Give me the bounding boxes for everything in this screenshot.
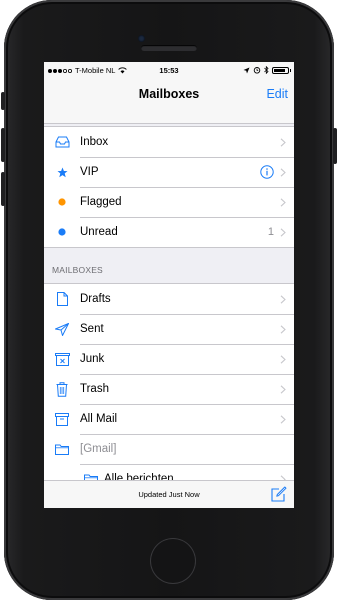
mailbox-row-all-mail[interactable]: All Mail: [44, 404, 294, 434]
mailbox-row-trash[interactable]: Trash: [44, 374, 294, 404]
mailboxes-group: Drafts Sent Junk Trash All Mail [Gmail] …: [44, 283, 294, 494]
chevron-right-icon: [280, 167, 286, 177]
mailbox-label: [Gmail]: [80, 443, 117, 455]
front-camera: [138, 35, 145, 42]
mailbox-label: Flagged: [80, 196, 122, 208]
edit-button[interactable]: Edit: [266, 87, 288, 101]
chevron-right-icon: [280, 324, 286, 334]
alarm-icon: [253, 67, 261, 74]
bluetooth-icon: [264, 66, 269, 74]
battery-icon: [272, 66, 291, 74]
mailbox-row-unread[interactable]: Unread 1: [44, 217, 294, 247]
compose-icon[interactable]: [271, 486, 287, 502]
screen: T-Mobile NL 15:53 Mailboxes Edit Inbox V…: [44, 62, 294, 508]
navigation-bar: Mailboxes Edit: [44, 80, 294, 124]
junk-tray-icon: [54, 352, 70, 366]
archive-box-icon: [55, 412, 69, 426]
mailbox-label: All Mail: [80, 413, 118, 425]
mailbox-row-drafts[interactable]: Drafts: [44, 284, 294, 314]
status-bar: T-Mobile NL 15:53: [44, 62, 294, 80]
mailbox-label: Inbox: [80, 136, 109, 148]
earpiece-speaker: [141, 45, 197, 51]
chevron-right-icon: [280, 354, 286, 364]
mailbox-row-flagged[interactable]: Flagged: [44, 187, 294, 217]
mailbox-row-vip[interactable]: VIP: [44, 157, 294, 187]
star-icon: [57, 167, 67, 177]
folder-icon: [55, 444, 69, 455]
blue-dot-icon: [58, 228, 66, 236]
mailbox-row-inbox[interactable]: Inbox: [44, 127, 294, 157]
mailbox-label: Unread: [80, 226, 118, 238]
chevron-right-icon: [280, 294, 286, 304]
paper-plane-icon: [55, 322, 69, 336]
mailbox-label: Drafts: [80, 293, 111, 305]
mailbox-label: Trash: [80, 383, 109, 395]
mailbox-row-gmail[interactable]: [Gmail]: [44, 434, 294, 464]
mailbox-label: Junk: [80, 353, 105, 365]
unread-count: 1: [267, 226, 274, 238]
chevron-right-icon: [280, 414, 286, 424]
mailbox-row-junk[interactable]: Junk: [44, 344, 294, 374]
orange-dot-icon: [58, 198, 66, 206]
info-icon[interactable]: [260, 165, 274, 179]
section-header: MAILBOXES: [52, 265, 103, 275]
power-button: [333, 128, 337, 164]
location-icon: [243, 67, 250, 73]
chevron-right-icon: [280, 227, 286, 237]
document-icon: [56, 292, 68, 306]
favorites-group: Inbox VIP Flagged Unread 1: [44, 126, 294, 248]
mute-switch: [1, 92, 5, 110]
volume-up-button: [1, 128, 5, 162]
chevron-right-icon: [280, 197, 286, 207]
mailbox-row-sent[interactable]: Sent: [44, 314, 294, 344]
home-button[interactable]: [150, 538, 196, 584]
trash-icon: [56, 381, 68, 397]
chevron-right-icon: [280, 137, 286, 147]
inbox-icon: [55, 136, 69, 148]
bottom-toolbar: Updated Just Now: [44, 480, 294, 508]
chevron-right-icon: [280, 384, 286, 394]
mailbox-label: VIP: [80, 166, 99, 178]
page-title: Mailboxes: [138, 87, 200, 101]
volume-down-button: [1, 172, 5, 206]
mailbox-label: Sent: [80, 323, 104, 335]
update-status: Updated Just Now: [138, 490, 200, 499]
